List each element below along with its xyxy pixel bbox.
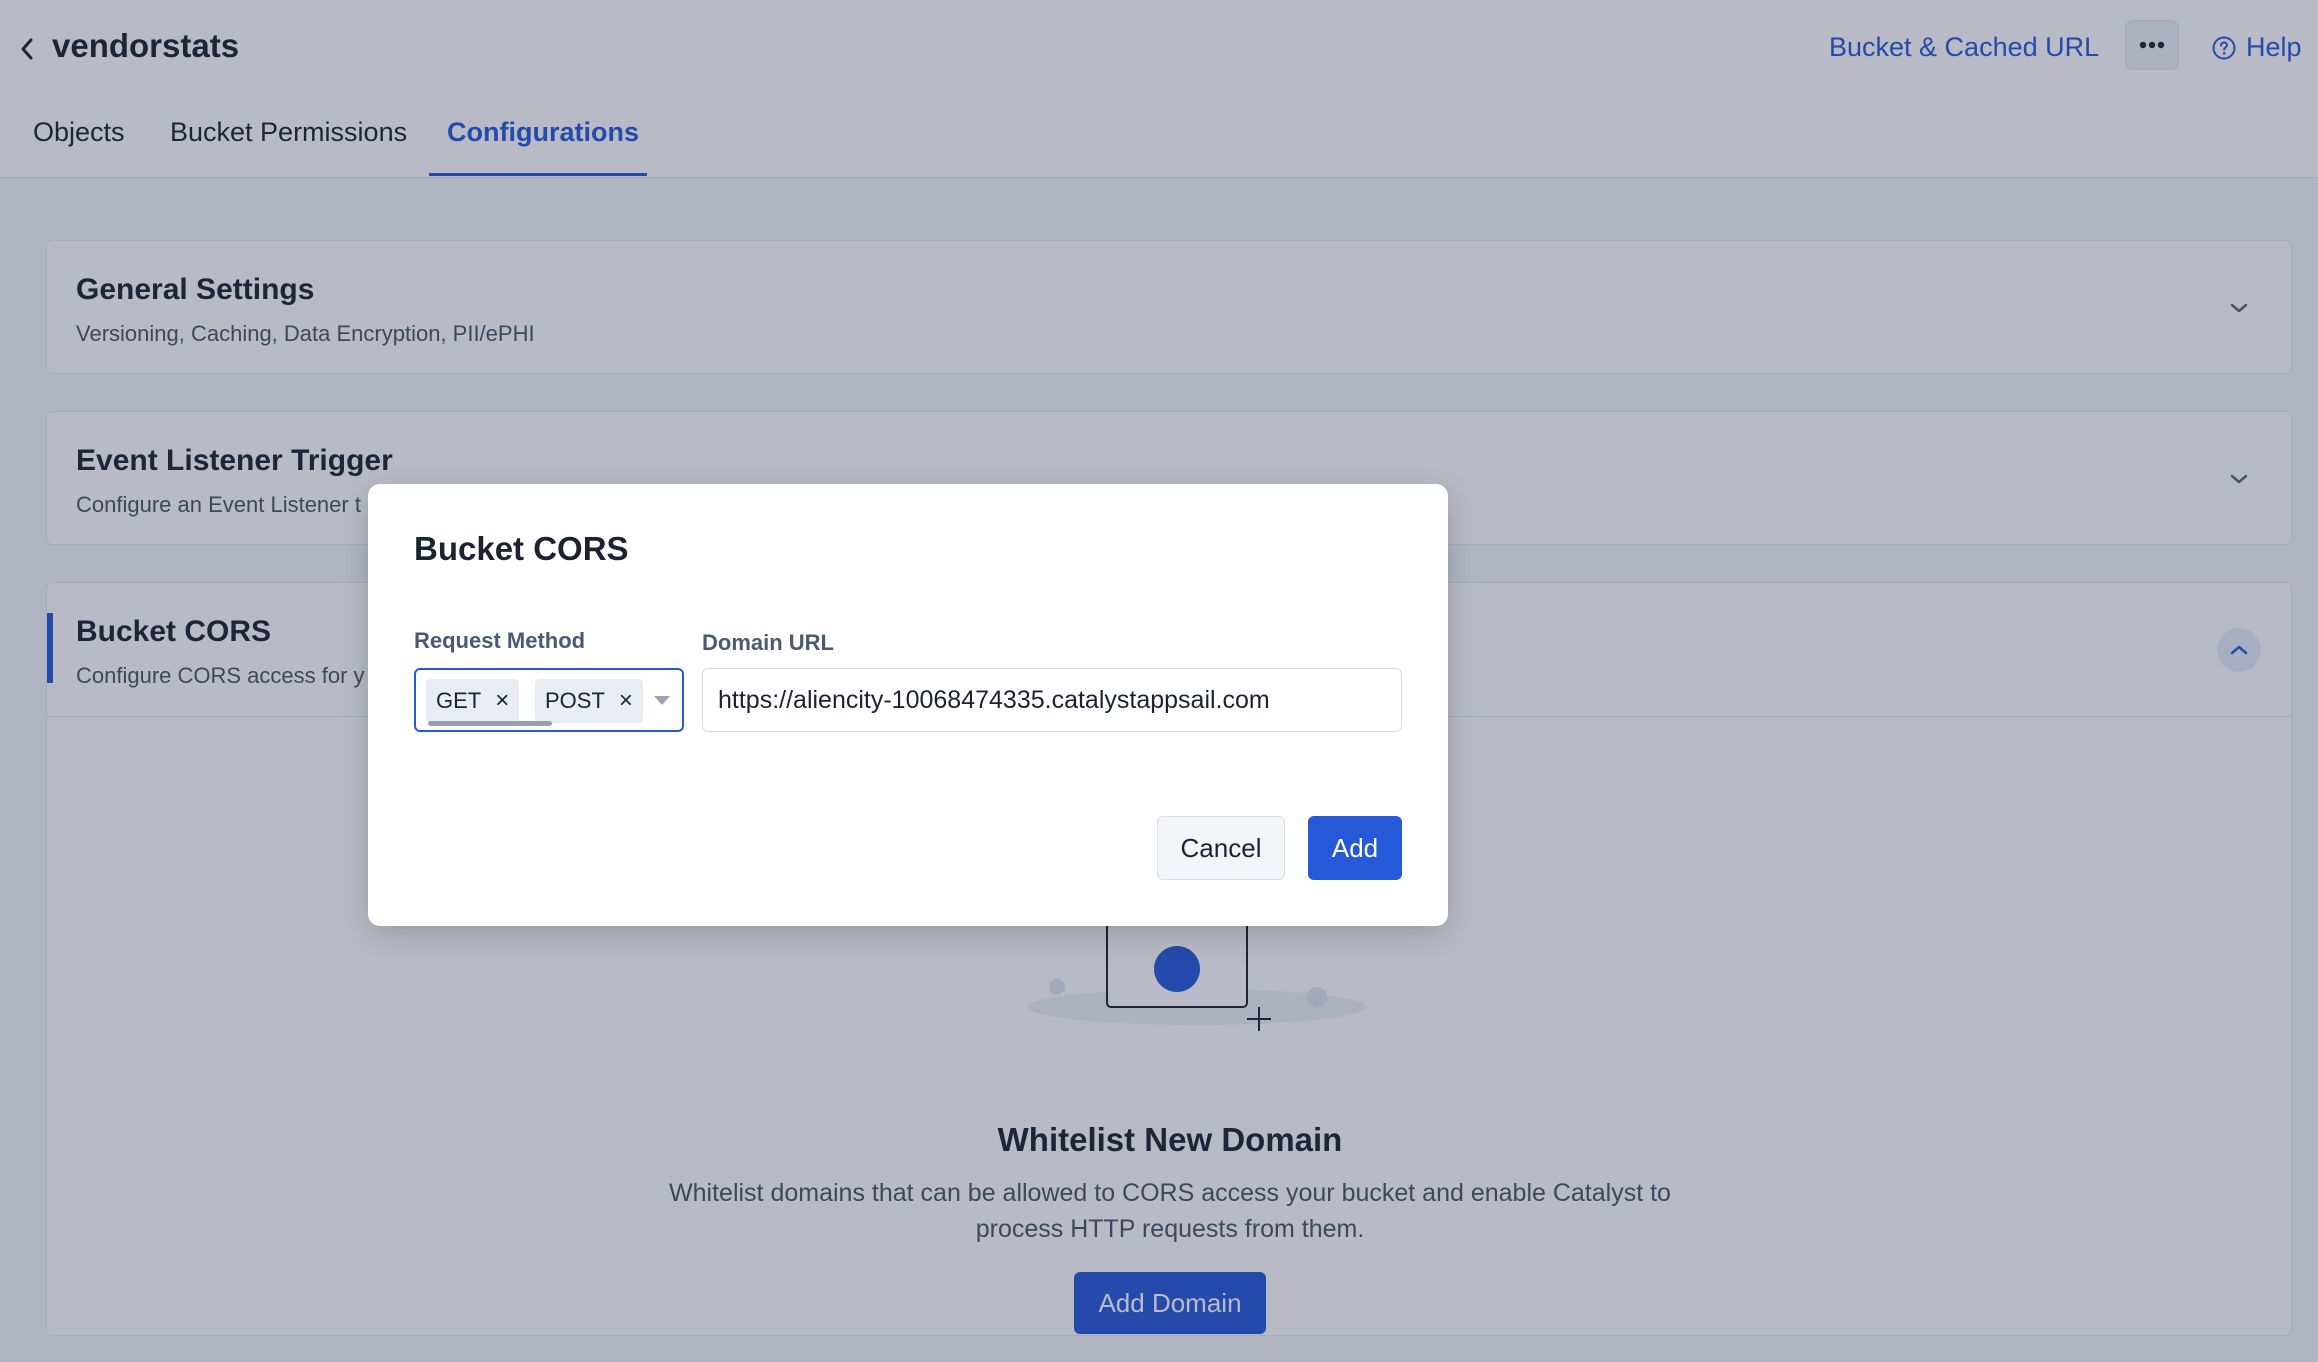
bucket-cors-dialog: Bucket CORS Request Method GET × POST × …: [368, 484, 1448, 926]
chip-label: POST: [545, 688, 605, 713]
domain-url-input[interactable]: [702, 668, 1402, 732]
dialog-title: Bucket CORS: [414, 530, 629, 567]
method-chip-post: POST ×: [535, 679, 643, 723]
request-method-label: Request Method: [414, 628, 586, 653]
domain-url-label: Domain URL: [702, 630, 834, 655]
method-chip-get: GET ×: [426, 679, 520, 723]
chips-scrollbar[interactable]: [428, 721, 552, 726]
dropdown-arrow-icon[interactable]: [654, 696, 670, 705]
request-method-select[interactable]: GET × POST ×: [414, 668, 684, 732]
remove-post-button[interactable]: ×: [619, 689, 633, 713]
remove-get-button[interactable]: ×: [495, 689, 509, 713]
add-button[interactable]: Add: [1308, 816, 1402, 880]
cancel-button[interactable]: Cancel: [1157, 816, 1285, 880]
chip-label: GET: [436, 688, 482, 713]
